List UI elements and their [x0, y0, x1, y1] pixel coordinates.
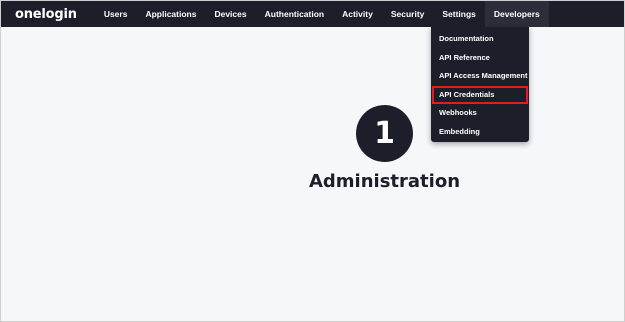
nav-applications[interactable]: Applications — [136, 1, 205, 27]
menu-item-api-access-management[interactable]: API Access Management — [431, 67, 529, 86]
nav-users[interactable]: Users — [95, 1, 137, 27]
step-title: Administration — [308, 171, 461, 192]
menu-item-embedding[interactable]: Embedding — [431, 123, 529, 142]
top-navbar: onelogin Users Applications Devices Auth… — [1, 1, 624, 27]
onelogin-logo[interactable]: onelogin — [15, 7, 77, 22]
menu-item-api-credentials[interactable]: API Credentials — [432, 85, 528, 104]
menu-item-documentation[interactable]: Documentation — [431, 30, 529, 49]
nav-devices[interactable]: Devices — [205, 1, 255, 27]
menu-item-api-reference[interactable]: API Reference — [431, 49, 529, 68]
menu-item-webhooks[interactable]: Webhooks — [431, 104, 529, 123]
nav-authentication[interactable]: Authentication — [256, 1, 334, 27]
step-number-badge: 1 — [356, 105, 413, 162]
nav-security[interactable]: Security — [382, 1, 434, 27]
app-window: onelogin Users Applications Devices Auth… — [0, 0, 625, 322]
nav-settings[interactable]: Settings — [433, 1, 485, 27]
developers-dropdown-menu: Documentation API Reference API Access M… — [431, 27, 529, 142]
nav-developers[interactable]: Developers — [484, 1, 549, 27]
nav-activity[interactable]: Activity — [333, 1, 382, 27]
